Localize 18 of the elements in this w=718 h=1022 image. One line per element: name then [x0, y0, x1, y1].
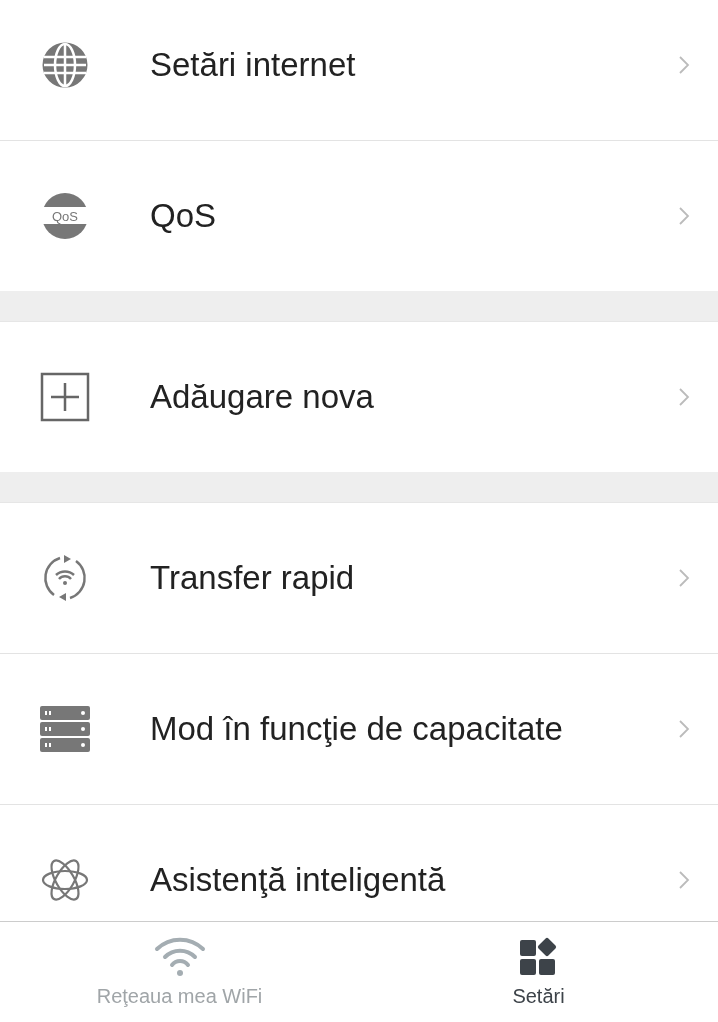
- chevron-icon: [678, 870, 690, 890]
- globe-icon: [40, 40, 90, 90]
- chevron-icon: [678, 568, 690, 588]
- row-label: QoS: [150, 197, 218, 235]
- qos-icon: QoS: [40, 191, 90, 241]
- wifi-icon: [153, 936, 206, 977]
- chevron-icon: [678, 206, 690, 226]
- row-label: Mod în funcţie de capacitate: [150, 710, 564, 748]
- plus-icon: [40, 372, 90, 422]
- chevron-icon: [678, 55, 690, 75]
- nav-tab[interactable]: Setări: [359, 922, 718, 1022]
- server-icon: [40, 704, 90, 754]
- row-label: Transfer rapid: [150, 559, 356, 597]
- row-label: Asistenţă inteligentă: [150, 861, 447, 899]
- chevron-icon: [678, 387, 690, 407]
- chevron-icon: [678, 719, 690, 739]
- row-label: Setări internet: [150, 46, 357, 84]
- row-label: Adăugare nova: [150, 378, 375, 416]
